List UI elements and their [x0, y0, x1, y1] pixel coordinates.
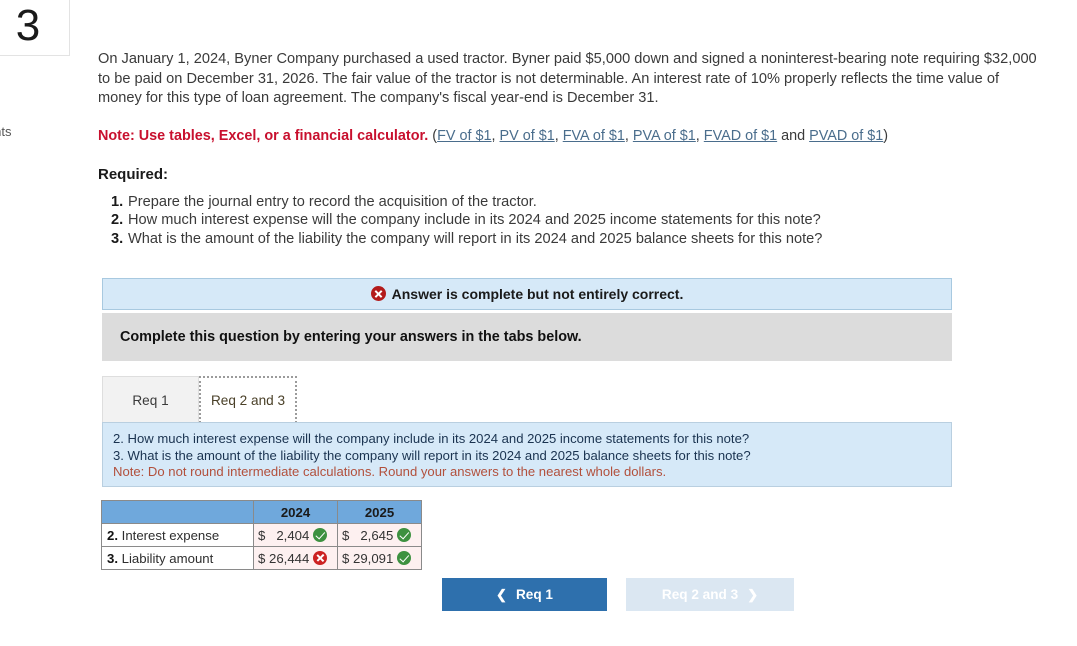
question-content: On January 1, 2024, Byner Company purcha…: [98, 0, 1058, 611]
tables-note: Note: Use tables, Excel, or a financial …: [98, 126, 1058, 146]
answer-table-header-2024: 2024: [253, 500, 338, 524]
tables-note-bold: Note: Use tables, Excel, or a financial …: [98, 127, 429, 144]
note-sep-1: ,: [491, 127, 500, 144]
answer-table-corner-header: [101, 500, 254, 524]
link-fvad-of-1[interactable]: FVAD of $1: [704, 128, 777, 144]
link-fv-of-1[interactable]: FV of $1: [437, 128, 491, 144]
next-button-label: Req 2 and 3: [661, 587, 739, 602]
cell-interest-expense-2024[interactable]: $2,404: [253, 523, 338, 547]
tab-req-2-and-3[interactable]: Req 2 and 3: [199, 376, 297, 423]
instruction-text: Complete this question by entering your …: [120, 329, 582, 345]
tab-navigation: ❮ Req 1 Req 2 and 3 ❯: [442, 578, 794, 611]
requirement-item-2: How much interest expense will the compa…: [128, 212, 821, 229]
answer-value: 2,404: [276, 527, 310, 543]
alert-message: Answer is complete but not entirely corr…: [391, 286, 684, 302]
points-label: oints: [0, 124, 12, 139]
instruction-panel: Complete this question by entering your …: [102, 313, 952, 361]
error-x-circle-icon: [313, 550, 328, 565]
note-sep-4: ,: [695, 127, 704, 144]
note-sep-2: ,: [554, 127, 563, 144]
tab-req-1[interactable]: Req 1: [102, 376, 199, 423]
prev-req-1-button[interactable]: ❮ Req 1: [442, 578, 607, 611]
note-and: and: [777, 127, 810, 144]
cell-liability-amount-2025[interactable]: $29,091: [337, 546, 422, 570]
chevron-left-icon: ❮: [496, 586, 507, 602]
next-req-2-and-3-button: Req 2 and 3 ❯: [626, 578, 794, 611]
currency-symbol: $: [342, 527, 350, 543]
requirements-list: Prepare the journal entry to record the …: [98, 193, 1058, 249]
question-number-box: 3: [0, 0, 70, 56]
requirement-item-1: Prepare the journal entry to record the …: [128, 193, 537, 210]
row-label-text-2: Interest expense: [118, 527, 220, 543]
req-panel-rounding-note: Note: Do not round intermediate calculat…: [113, 464, 667, 480]
cell-liability-amount-2024[interactable]: $26,444: [253, 546, 338, 570]
problem-statement: On January 1, 2024, Byner Company purcha…: [98, 51, 1037, 106]
cell-interest-expense-2025[interactable]: $2,645: [337, 523, 422, 547]
error-x-icon: [370, 286, 386, 301]
required-heading: Required:: [98, 165, 169, 183]
answer-value: 26,444: [269, 550, 310, 566]
answer-value: 2,645: [360, 527, 394, 543]
row-number-3: 3.: [107, 550, 118, 566]
question-number: 3: [15, 1, 41, 50]
active-tab-requirements: 2. How much interest expense will the co…: [102, 423, 952, 487]
check-circle-icon: [397, 550, 412, 565]
prev-button-label: Req 1: [515, 587, 553, 602]
answer-table-header-2025: 2025: [337, 500, 422, 524]
requirement-item-3: What is the amount of the liability the …: [128, 230, 823, 247]
chevron-right-icon: ❯: [747, 586, 759, 602]
answer-status-banner: Answer is complete but not entirely corr…: [102, 278, 952, 310]
link-fva-of-1[interactable]: FVA of $1: [563, 128, 625, 144]
currency-symbol: $: [258, 527, 266, 543]
note-sep-3: ,: [624, 127, 633, 144]
note-close-paren: ): [883, 127, 889, 144]
row-label-text-3: Liability amount: [118, 550, 214, 566]
alert-text-wrap: Answer is complete but not entirely corr…: [370, 286, 684, 302]
answer-table-head: 2024 2025: [101, 500, 422, 524]
check-circle-icon: [397, 527, 412, 542]
currency-symbol: $: [258, 550, 266, 566]
question-gutter: 3 oints: [0, 0, 72, 646]
answer-value: 29,091: [353, 550, 394, 566]
req-panel-line-1: 2. How much interest expense will the co…: [113, 431, 750, 446]
note-open-paren: (: [428, 127, 438, 144]
check-circle-icon: [313, 527, 328, 542]
row-label-interest-expense: 2. Interest expense: [101, 523, 254, 547]
table-row: 3. Liability amount $26,444 $29,091: [101, 546, 422, 570]
tab-bar: Req 1 Req 2 and 3: [102, 376, 952, 423]
answer-table-body: 2. Interest expense $2,404 $2,645 3. Lia…: [101, 523, 422, 570]
row-label-liability-amount: 3. Liability amount: [101, 546, 254, 570]
table-row: 2. Interest expense $2,404 $2,645: [101, 523, 422, 547]
req-panel-line-2: 3. What is the amount of the liability t…: [113, 447, 751, 463]
link-pva-of-1[interactable]: PVA of $1: [633, 128, 696, 144]
currency-symbol: $: [342, 550, 350, 566]
answer-table: 2024 2025 2. Interest expense $2,404 $2,…: [101, 500, 422, 570]
link-pvad-of-1[interactable]: PVAD of $1: [809, 128, 883, 144]
link-pv-of-1[interactable]: PV of $1: [500, 128, 555, 144]
answer-table-header-row: 2024 2025: [101, 500, 422, 524]
row-number-2: 2.: [107, 527, 118, 543]
